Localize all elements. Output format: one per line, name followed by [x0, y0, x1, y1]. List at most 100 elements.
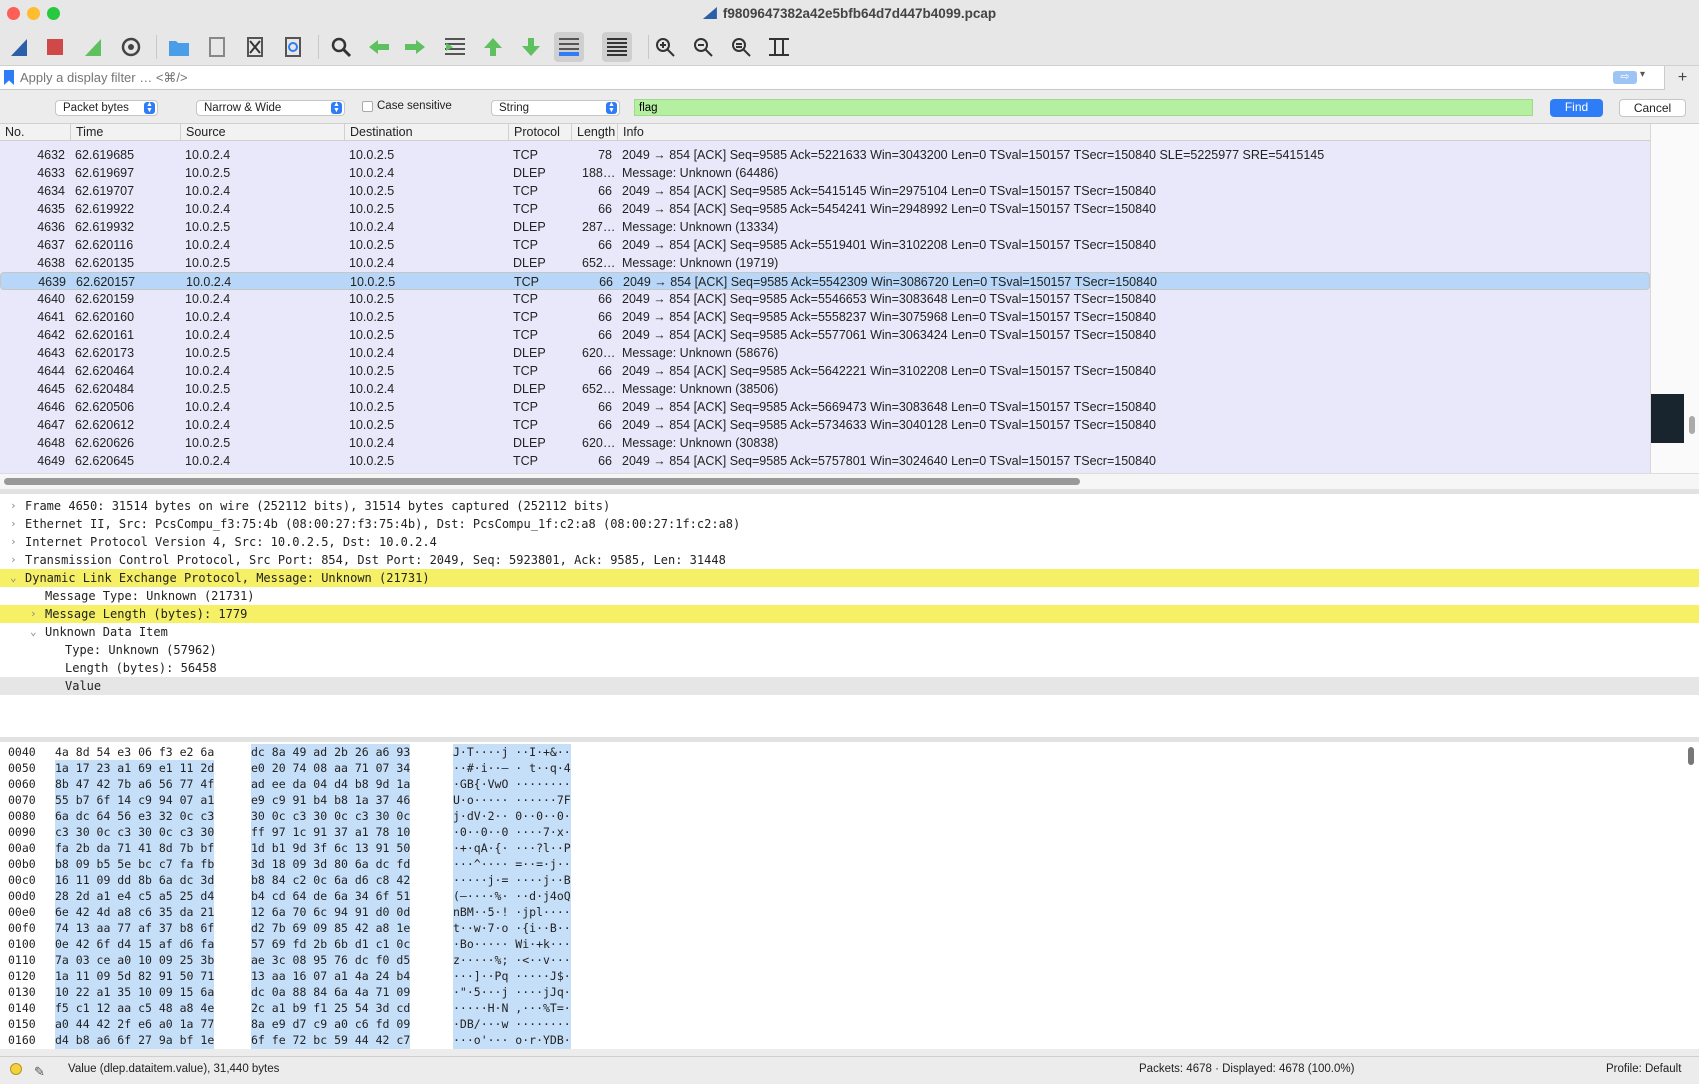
chevron-right-icon[interactable]: ›	[10, 497, 17, 515]
shark-fin-start-icon[interactable]	[4, 32, 34, 62]
ascii-bytes[interactable]: ···]··Pq ·····J$·	[453, 968, 571, 984]
scroll-thumb[interactable]	[1689, 416, 1695, 434]
packet-row[interactable]: 4645 62.620484 10.0.2.5 10.0.2.4 DLEP 652… Mes…	[0, 380, 1650, 398]
bookmark-icon[interactable]	[4, 70, 14, 85]
hex-bytes[interactable]: 28 2d a1 e4 c5 a5 25 d4	[55, 888, 215, 904]
hex-bytes[interactable]: 30 0c c3 30 0c c3 30 0c	[251, 808, 411, 824]
search-in-select[interactable]: Packet bytes ▲ ▼	[55, 100, 158, 116]
chevron-right-icon[interactable]: ›	[10, 551, 17, 569]
go-forward-icon[interactable]	[400, 32, 430, 62]
hex-bytes[interactable]: 12 6a 70 6c 94 91 d0 0d	[251, 904, 411, 920]
zoom-in-icon[interactable]	[650, 32, 680, 62]
detail-tree-row[interactable]: Type: Unknown (57962)	[0, 641, 1699, 659]
resize-columns-icon[interactable]	[764, 32, 794, 62]
detail-tree-row[interactable]: Value	[0, 677, 1699, 695]
filter-history-dropdown-icon[interactable]: ▾	[1640, 69, 1645, 80]
ascii-bytes[interactable]: U·o····· ······7F	[453, 792, 571, 808]
ascii-bytes[interactable]: ·GB{·VwO ········	[453, 776, 571, 792]
detail-tree-row[interactable]: ⌄ Dynamic Link Exchange Protocol, Message…	[0, 569, 1699, 587]
hex-bytes[interactable]: 2c a1 b9 f1 25 54 3d cd	[251, 1000, 411, 1016]
first-packet-icon[interactable]	[478, 32, 508, 62]
chevron-right-icon[interactable]: ›	[30, 605, 37, 623]
column-header-info[interactable]: Info	[617, 124, 1650, 141]
ascii-bytes[interactable]: j·dV·2·· 0··0··0·	[453, 808, 571, 824]
colorize-icon[interactable]	[602, 32, 632, 62]
column-header-time[interactable]: Time	[70, 124, 180, 141]
packet-row[interactable]: 4638 62.620135 10.0.2.5 10.0.2.4 DLEP 652… Mes…	[0, 254, 1650, 272]
packet-list-horizontal-scrollbar[interactable]	[0, 473, 1699, 489]
hex-bytes[interactable]: 16 11 09 dd 8b 6a dc 3d	[55, 872, 215, 888]
column-header-destination[interactable]: Destination	[344, 124, 508, 141]
ascii-bytes[interactable]: ·+·qA·{· ···?l··P	[453, 840, 571, 856]
ascii-bytes[interactable]: Y>·k9·7· 6····Jj\	[453, 1048, 571, 1049]
hex-bytes[interactable]: 10 22 a1 35 10 09 15 6a	[55, 984, 215, 1000]
ascii-bytes[interactable]: ·Bo····· Wi·+k···	[453, 936, 571, 952]
hex-bytes[interactable]: 57 69 fd 2b 6b d1 c1 0c	[251, 936, 411, 952]
open-file-icon[interactable]	[164, 32, 194, 62]
ascii-bytes[interactable]: ·····j·= ····j··B	[453, 872, 571, 888]
packet-row[interactable]: 4643 62.620173 10.0.2.5 10.0.2.4 DLEP 620… Mes…	[0, 344, 1650, 362]
reload-icon[interactable]	[278, 32, 308, 62]
find-query-input[interactable]	[634, 99, 1533, 116]
hscroll-thumb[interactable]	[4, 478, 1080, 485]
packet-row[interactable]: 4649 62.620645 10.0.2.4 10.0.2.5 TCP 66 2049 →…	[0, 452, 1650, 470]
zoom-window-button[interactable]	[47, 7, 60, 20]
hex-bytes[interactable]: e9 c9 91 b4 b8 1a 37 46	[251, 792, 411, 808]
display-filter-input[interactable]	[20, 68, 1605, 87]
hex-bytes[interactable]: ff 97 1c 91 37 a1 78 10	[251, 824, 411, 840]
detail-tree-row[interactable]: Length (bytes): 56458	[0, 659, 1699, 677]
packet-row[interactable]: 4637 62.620116 10.0.2.4 10.0.2.5 TCP 66 2049 →…	[0, 236, 1650, 254]
ascii-bytes[interactable]: ··#·i··– · t··q·4	[453, 760, 571, 776]
chevron-right-icon[interactable]: ›	[10, 515, 17, 533]
ascii-bytes[interactable]: (–····%· ··d·j4oQ	[453, 888, 571, 904]
packet-row[interactable]: 4646 62.620506 10.0.2.4 10.0.2.5 TCP 66 2049 →…	[0, 398, 1650, 416]
stop-capture-icon[interactable]	[40, 32, 70, 62]
packet-row[interactable]: 4640 62.620159 10.0.2.4 10.0.2.5 TCP 66 2049 →…	[0, 290, 1650, 308]
hex-bytes[interactable]: 13 aa 16 07 a1 4a 24 b4	[251, 968, 411, 984]
hex-bytes[interactable]: 74 13 aa 77 af 37 b8 6f	[55, 920, 215, 936]
detail-tree-row[interactable]: › Internet Protocol Version 4, Src: 10.0.…	[0, 533, 1699, 551]
hex-bytes[interactable]: 4a 8d 54 e3 06 f3 e2 6a	[55, 744, 214, 760]
detail-tree-row[interactable]: › Message Length (bytes): 1779	[0, 605, 1699, 623]
hex-bytes[interactable]: 55 b7 6f 14 c9 94 07 a1	[55, 792, 215, 808]
autoscroll-icon[interactable]	[554, 32, 584, 62]
hex-bytes[interactable]: b4 cd 64 de 6a 34 6f 51	[251, 888, 411, 904]
find-button[interactable]: Find	[1550, 99, 1603, 117]
hex-bytes[interactable]: ad ee da 04 d4 b8 9d 1a	[251, 776, 411, 792]
packet-row[interactable]: 4648 62.620626 10.0.2.5 10.0.2.4 DLEP 620… Mes…	[0, 434, 1650, 452]
hex-bytes[interactable]: 1a 17 23 a1 69 e1 11 2d	[55, 760, 215, 776]
zoom-out-icon[interactable]	[688, 32, 718, 62]
column-header-protocol[interactable]: Protocol	[508, 124, 571, 141]
minimize-window-button[interactable]	[27, 7, 40, 20]
ascii-bytes[interactable]: t··w·7·o ·{i··B··	[453, 920, 571, 936]
hex-bytes[interactable]: dc 8a 49 ad 2b 26 a6 93	[251, 744, 411, 760]
hex-bytes[interactable]: 0e 42 6f d4 15 af d6 fa	[55, 936, 215, 952]
column-header-no[interactable]: No.	[0, 124, 70, 141]
add-filter-button[interactable]: +	[1664, 66, 1699, 90]
ascii-bytes[interactable]: z·····%; ·<··v···	[453, 952, 571, 968]
packet-row[interactable]: 4633 62.619697 10.0.2.5 10.0.2.4 DLEP 188… Mes…	[0, 164, 1650, 182]
go-to-packet-icon[interactable]	[440, 32, 470, 62]
ascii-bytes[interactable]: ·0··0··0 ····7·x·	[453, 824, 571, 840]
case-sensitive-checkbox[interactable]	[362, 101, 373, 112]
capture-options-icon[interactable]	[116, 32, 146, 62]
detail-tree-row[interactable]: ⌄ Unknown Data Item	[0, 623, 1699, 641]
hex-bytes[interactable]: 59 3e 1a 6b 39 05 37 a1	[55, 1048, 215, 1049]
hex-bytes[interactable]: 8b 47 42 7b a6 56 77 4f	[55, 776, 215, 792]
packet-row[interactable]: 4641 62.620160 10.0.2.4 10.0.2.5 TCP 66 2049 →…	[0, 308, 1650, 326]
ascii-bytes[interactable]: ···o'··· o·r·YDB·	[453, 1032, 571, 1048]
last-packet-icon[interactable]	[516, 32, 546, 62]
bytes-scroll-thumb[interactable]	[1688, 747, 1694, 765]
char-width-select[interactable]: Narrow & Wide ▲ ▼	[196, 100, 345, 116]
ascii-bytes[interactable]: ·"·5···j ····jJq·	[453, 984, 571, 1000]
hex-bytes[interactable]: d2 7b 69 09 85 42 a8 1e	[251, 920, 411, 936]
hex-bytes[interactable]: fa 2b da 71 41 8d 7b bf	[55, 840, 215, 856]
hex-bytes[interactable]: c3 30 0c c3 30 0c c3 30	[55, 824, 215, 840]
go-back-icon[interactable]	[364, 32, 394, 62]
hex-bytes[interactable]: 7a 03 ce a0 10 09 25 3b	[55, 952, 215, 968]
chevron-down-icon[interactable]: ⌄	[10, 569, 17, 587]
status-profile[interactable]: Profile: Default	[1606, 1057, 1681, 1081]
hex-bytes[interactable]: 1d b1 9d 3f 6c 13 91 50	[251, 840, 411, 856]
packet-row[interactable]: 4647 62.620612 10.0.2.4 10.0.2.5 TCP 66 2049 →…	[0, 416, 1650, 434]
hex-bytes[interactable]: d4 b8 a6 6f 27 9a bf 1e	[55, 1032, 215, 1048]
